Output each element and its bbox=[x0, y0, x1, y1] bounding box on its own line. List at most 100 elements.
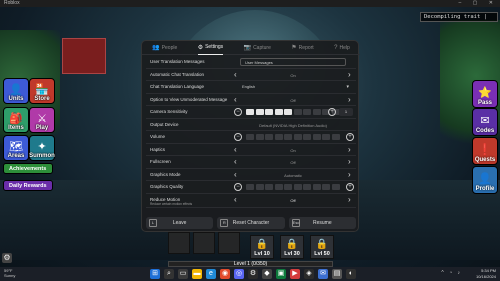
chevron-left-icon[interactable]: ‹ bbox=[234, 145, 237, 155]
menu-button-store[interactable]: 🏪 Store bbox=[29, 78, 55, 104]
resume-button[interactable]: Esc Resume bbox=[288, 217, 356, 229]
slider-segment[interactable] bbox=[303, 109, 311, 115]
hotbar-slot[interactable] bbox=[218, 232, 240, 254]
slider-segment[interactable] bbox=[331, 184, 340, 190]
tab-capture[interactable]: 📷 Capture bbox=[244, 41, 271, 55]
weather-widget[interactable]: 59°F Sunny bbox=[4, 268, 15, 278]
camera-sensitivity-value[interactable]: 1 bbox=[339, 108, 353, 116]
slider-segment[interactable] bbox=[246, 109, 254, 115]
slider-segment[interactable] bbox=[255, 109, 264, 115]
plus-icon[interactable]: + bbox=[346, 183, 354, 191]
slider-segment[interactable] bbox=[293, 134, 302, 140]
chevron-right-icon[interactable]: › bbox=[348, 145, 351, 155]
slider-segment[interactable] bbox=[265, 134, 273, 140]
slider-segment[interactable] bbox=[246, 134, 254, 140]
user-translation-field[interactable]: User Messages bbox=[240, 58, 346, 66]
slider-segment[interactable] bbox=[274, 109, 283, 115]
output-device-value[interactable]: Default (NVIDIA High Definition Audio) bbox=[240, 122, 346, 129]
minus-icon[interactable]: − bbox=[234, 108, 242, 116]
hotbar-slot[interactable] bbox=[193, 232, 215, 254]
menu-button-items[interactable]: 🎒 Items bbox=[3, 107, 29, 133]
chevron-right-icon[interactable]: › bbox=[348, 95, 351, 105]
gear-icon[interactable]: ⚙ bbox=[2, 253, 12, 263]
chevron-right-icon[interactable]: › bbox=[348, 70, 351, 80]
leave-button[interactable]: L Leave bbox=[146, 217, 214, 229]
chevron-left-icon[interactable]: ‹ bbox=[234, 195, 237, 205]
slider-segment[interactable] bbox=[312, 184, 321, 190]
slider-segment[interactable] bbox=[293, 184, 302, 190]
menu-button-pass[interactable]: ⭐ Pass bbox=[472, 80, 498, 108]
slider-segment[interactable] bbox=[312, 134, 321, 140]
app-icon[interactable]: ◐ bbox=[346, 269, 356, 279]
steam-icon[interactable]: ⚙ bbox=[248, 269, 258, 279]
search-icon[interactable]: ⌕ bbox=[164, 269, 174, 279]
minus-icon[interactable]: − bbox=[234, 183, 242, 191]
menu-button-quests[interactable]: ❗ Quests bbox=[472, 137, 498, 165]
start-icon[interactable]: ⊞ bbox=[150, 269, 160, 279]
slider-segment[interactable] bbox=[265, 109, 273, 115]
menu-button-summon[interactable]: ✦ Summon bbox=[29, 135, 55, 161]
chevron-right-icon[interactable]: › bbox=[348, 170, 351, 180]
graphics-quality-slider[interactable] bbox=[246, 184, 340, 190]
volume-slider[interactable] bbox=[246, 134, 340, 140]
plus-icon[interactable]: + bbox=[346, 133, 354, 141]
plus-icon[interactable]: + bbox=[328, 108, 336, 116]
window-controls[interactable]: – ▢ ✕ bbox=[459, 0, 498, 7]
app-icon[interactable]: ▤ bbox=[332, 269, 342, 279]
edge-icon[interactable]: e bbox=[206, 269, 216, 279]
slider-segment[interactable] bbox=[284, 134, 292, 140]
task-view-icon[interactable]: ▭ bbox=[178, 269, 188, 279]
slider-segment[interactable] bbox=[331, 134, 340, 140]
slider-segment[interactable] bbox=[322, 134, 330, 140]
locked-slot[interactable]: 🔒 Lvl 10 bbox=[250, 235, 274, 259]
slider-segment[interactable] bbox=[322, 184, 330, 190]
chat-language-dropdown[interactable]: English ▾ bbox=[240, 83, 352, 91]
app-icon[interactable]: ▣ bbox=[276, 269, 286, 279]
menu-button-areas[interactable]: 🗺 Areas bbox=[3, 135, 29, 161]
roblox-icon[interactable]: ◆ bbox=[262, 269, 272, 279]
reset-character-button[interactable]: R Reset Character bbox=[217, 217, 285, 229]
chevron-left-icon[interactable]: ‹ bbox=[234, 70, 237, 80]
tab-people[interactable]: 👥 People bbox=[152, 41, 177, 55]
menu-button-units[interactable]: 👤 Units bbox=[3, 78, 29, 104]
system-tray[interactable]: ^ ◔ ♪ bbox=[441, 270, 462, 276]
locked-slot[interactable]: 🔒 Lvl 50 bbox=[310, 235, 334, 259]
tab-help[interactable]: ? Help bbox=[334, 41, 350, 55]
taskbar-clock[interactable]: 5:34 PM 10/16/2024 bbox=[476, 268, 496, 279]
slider-segment[interactable] bbox=[246, 184, 254, 190]
chevron-left-icon[interactable]: ‹ bbox=[234, 157, 237, 167]
locked-slot[interactable]: 🔒 Lvl 30 bbox=[280, 235, 304, 259]
file-explorer-icon[interactable]: ▬ bbox=[192, 269, 202, 279]
slider-segment[interactable] bbox=[303, 184, 311, 190]
menu-button-play[interactable]: ⚔ Play bbox=[29, 107, 55, 133]
slider-segment[interactable] bbox=[303, 134, 311, 140]
slider-segment[interactable] bbox=[312, 109, 321, 115]
app-icon[interactable]: ✉ bbox=[318, 269, 328, 279]
slider-segment[interactable] bbox=[284, 109, 292, 115]
minus-icon[interactable]: − bbox=[234, 133, 242, 141]
slider-segment[interactable] bbox=[274, 184, 283, 190]
achievements-button[interactable]: Achievements bbox=[3, 163, 53, 174]
chevron-left-icon[interactable]: ‹ bbox=[234, 170, 237, 180]
daily-rewards-button[interactable]: Daily Rewards bbox=[3, 180, 53, 191]
slider-segment[interactable] bbox=[255, 134, 264, 140]
tab-settings[interactable]: ⚙ Settings bbox=[197, 41, 224, 55]
keybind-hint: L bbox=[149, 219, 157, 227]
chevron-right-icon[interactable]: › bbox=[348, 157, 351, 167]
chrome-icon[interactable]: ◉ bbox=[220, 269, 230, 279]
menu-button-codes[interactable]: ✉ Codes bbox=[472, 108, 498, 136]
discord-icon[interactable]: ◎ bbox=[234, 269, 244, 279]
camera-sensitivity-slider[interactable] bbox=[246, 109, 340, 115]
slider-segment[interactable] bbox=[255, 184, 264, 190]
app-icon[interactable]: ◈ bbox=[304, 269, 314, 279]
chevron-left-icon[interactable]: ‹ bbox=[234, 95, 237, 105]
chevron-right-icon[interactable]: › bbox=[348, 195, 351, 205]
slider-segment[interactable] bbox=[274, 134, 283, 140]
hotbar-slot[interactable] bbox=[168, 232, 190, 254]
app-icon[interactable]: ▶ bbox=[290, 269, 300, 279]
slider-segment[interactable] bbox=[265, 184, 273, 190]
tab-report[interactable]: ⚑ Report bbox=[291, 41, 313, 55]
menu-button-profile[interactable]: 👤 Profile bbox=[472, 166, 498, 194]
slider-segment[interactable] bbox=[293, 109, 302, 115]
slider-segment[interactable] bbox=[284, 184, 292, 190]
